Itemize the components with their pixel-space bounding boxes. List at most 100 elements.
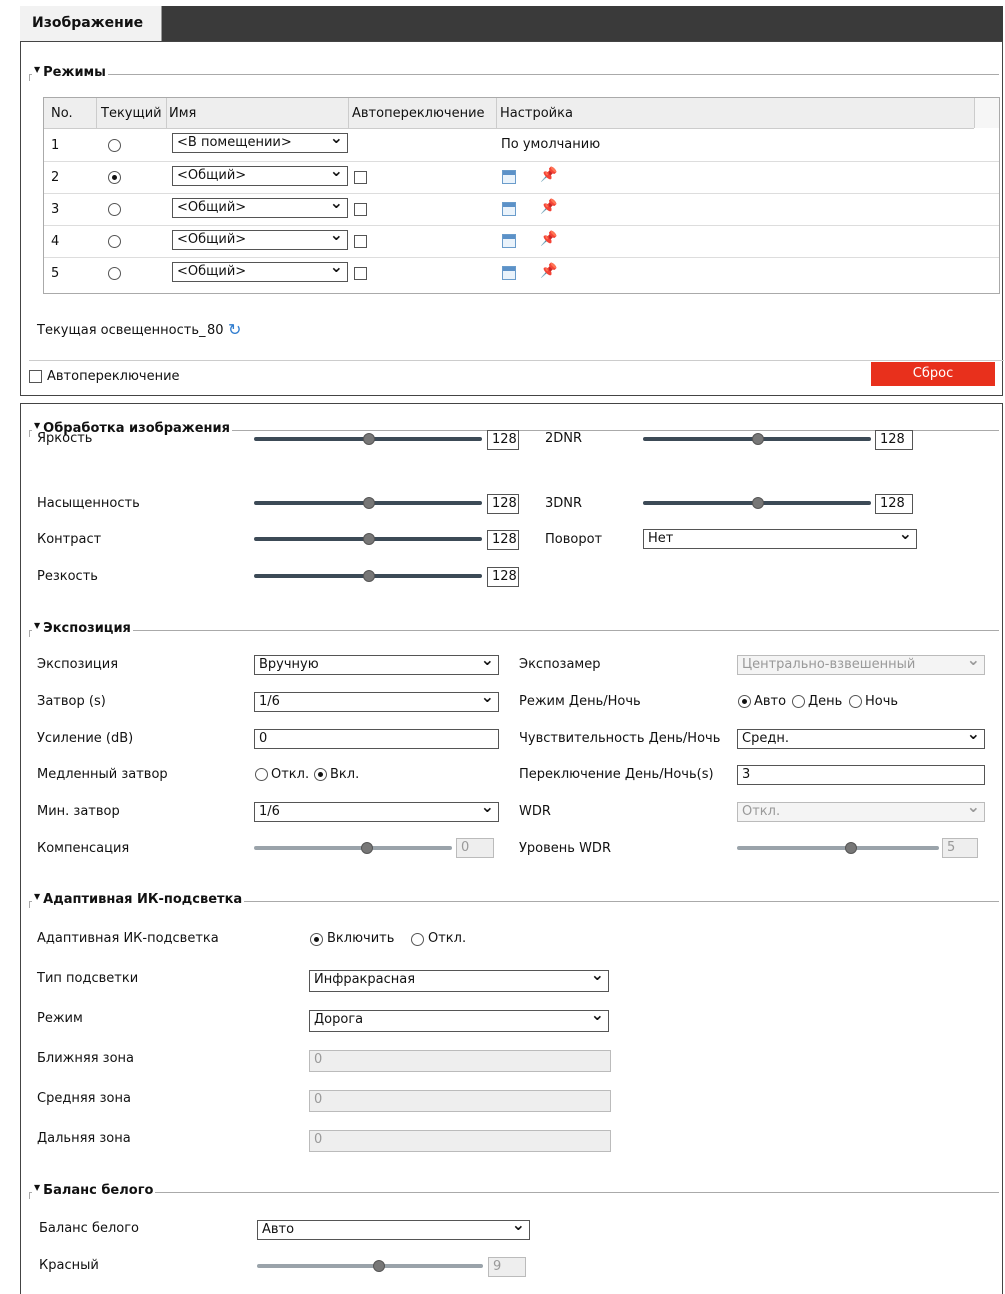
schedule-icon[interactable] (502, 202, 516, 216)
chevron-down-icon: ⌄ (329, 128, 343, 147)
rotation-label: Поворот (545, 532, 603, 547)
wb-title: ▼ Баланс белого (32, 1183, 156, 1198)
table-row: 2 <Общий> ⌄ 📌 (51, 161, 558, 186)
exposure-mode-label: Экспозиция (37, 657, 119, 672)
compensation-thumb[interactable] (361, 842, 373, 854)
current-radio[interactable] (108, 171, 121, 184)
slow-shutter-on-radio[interactable] (314, 768, 327, 781)
mode-name-select[interactable]: <Общий> ⌄ (172, 194, 348, 218)
contrast-value[interactable]: 128 (487, 530, 519, 550)
mode-name-select[interactable]: <Общий> ⌄ (172, 258, 348, 282)
daynight-switch-label: Переключение День/Ночь(s) (519, 767, 714, 782)
sharpness-value[interactable]: 128 (487, 567, 519, 587)
daynight-auto-radio[interactable] (738, 695, 751, 708)
daynight-switch-input[interactable]: 3 (737, 765, 985, 785)
contrast-label: Контраст (37, 532, 102, 547)
auto-switch-label: Автопереключение (47, 369, 180, 384)
chevron-down-icon: ⌄ (966, 650, 980, 669)
wdr-level-label: Уровень WDR (519, 841, 611, 856)
compensation-label: Компенсация (37, 841, 130, 856)
illumination-label: Текущая освещенность_ (37, 323, 206, 338)
table-header: No. Текущий Имя Автопереключение Настрой… (44, 98, 974, 129)
brightness-value[interactable]: 128 (487, 430, 519, 450)
tab-image[interactable]: Изображение (20, 6, 162, 41)
current-radio[interactable] (108, 267, 121, 280)
brightness-thumb[interactable] (363, 433, 375, 445)
chevron-down-icon: ⌄ (966, 797, 980, 816)
ir-type-select[interactable]: Инфракрасная ⌄ (309, 966, 609, 992)
brightness-label: Яркость (37, 431, 93, 446)
table-row: 5 <Общий> ⌄ 📌 (51, 257, 558, 282)
setting-default: По умолчанию (501, 137, 601, 152)
contrast-thumb[interactable] (363, 533, 375, 545)
near-zone-input: 0 (309, 1050, 611, 1072)
red-slider[interactable] (257, 1264, 483, 1268)
table-row: 1 <В помещении> ⌄ По умолчанию (51, 128, 601, 153)
wb-mode-select[interactable]: Авто ⌄ (257, 1216, 530, 1240)
saturation-value[interactable]: 128 (487, 494, 519, 514)
slow-shutter-off-radio[interactable] (255, 768, 268, 781)
chevron-down-icon: ⌄ (898, 524, 912, 543)
schedule-icon[interactable] (502, 170, 516, 184)
ir-off-radio[interactable] (411, 933, 424, 946)
red-label: Красный (39, 1258, 99, 1273)
col-autoswitch: Автопереключение (352, 106, 485, 121)
current-radio[interactable] (108, 203, 121, 216)
reset-button[interactable]: Сброс (871, 362, 995, 386)
pin-icon[interactable]: 📌 (540, 199, 557, 215)
chevron-down-icon: ⌄ (480, 687, 494, 706)
autoswitch-checkbox[interactable] (354, 171, 367, 184)
ir-on-radio[interactable] (310, 933, 323, 946)
wdr-level-value: 5 (942, 838, 978, 858)
min-shutter-label: Мин. затвор (37, 804, 120, 819)
schedule-icon[interactable] (502, 266, 516, 280)
mode-name-select[interactable]: <В помещении> ⌄ (172, 129, 348, 153)
wdr-level-thumb[interactable] (845, 842, 857, 854)
mode-name-select[interactable]: <Общий> ⌄ (172, 226, 348, 250)
table-row: 3 <Общий> ⌄ 📌 (51, 193, 558, 218)
compensation-slider[interactable] (254, 846, 452, 850)
wdr-level-slider[interactable] (737, 846, 939, 850)
gain-input[interactable]: 0 (254, 729, 499, 749)
pin-icon[interactable]: 📌 (540, 263, 557, 279)
mode-name-select[interactable]: <Общий> ⌄ (172, 162, 348, 186)
dnr2-thumb[interactable] (752, 433, 764, 445)
red-thumb[interactable] (373, 1260, 385, 1272)
chevron-down-icon: ⌄ (329, 225, 343, 244)
col-no: No. (51, 106, 73, 121)
chevron-down-icon: ⌄ (329, 193, 343, 212)
chevron-down-icon: ⌄ (590, 965, 604, 984)
shutter-select[interactable]: 1/6 ⌄ (254, 688, 499, 712)
dnr3-thumb[interactable] (752, 497, 764, 509)
chevron-down-icon: ⌄ (966, 724, 980, 743)
autoswitch-checkbox[interactable] (354, 235, 367, 248)
saturation-thumb[interactable] (363, 497, 375, 509)
pin-icon[interactable]: 📌 (540, 167, 557, 183)
illumination-value: 80 (207, 323, 224, 338)
current-radio[interactable] (108, 235, 121, 248)
dnr3-value[interactable]: 128 (875, 494, 913, 514)
sharpness-thumb[interactable] (363, 570, 375, 582)
autoswitch-checkbox[interactable] (354, 203, 367, 216)
wb-mode-label: Баланс белого (39, 1221, 140, 1236)
chevron-down-icon: ⌄ (590, 1005, 604, 1024)
autoswitch-checkbox[interactable] (354, 267, 367, 280)
current-radio[interactable] (108, 139, 121, 152)
pin-icon[interactable]: 📌 (540, 231, 557, 247)
red-value: 9 (488, 1257, 526, 1277)
table-row: 4 <Общий> ⌄ 📌 (51, 225, 558, 250)
min-shutter-select[interactable]: 1/6 ⌄ (254, 798, 499, 822)
daynight-night-radio[interactable] (849, 695, 862, 708)
gain-label: Усиление (dB) (37, 731, 134, 746)
daynight-sens-select[interactable]: Средн. ⌄ (737, 725, 985, 749)
daynight-day-radio[interactable] (792, 695, 805, 708)
wdr-select: Откл. ⌄ (737, 798, 985, 822)
modes-table: No. Текущий Имя Автопереключение Настрой… (43, 97, 1000, 294)
rotation-select[interactable]: Нет ⌄ (643, 525, 917, 549)
refresh-icon[interactable]: ↻ (228, 320, 241, 339)
exposure-mode-select[interactable]: Вручную ⌄ (254, 651, 499, 675)
schedule-icon[interactable] (502, 234, 516, 248)
dnr2-value[interactable]: 128 (875, 430, 913, 450)
auto-switch-checkbox[interactable] (29, 370, 42, 383)
ir-mode-select[interactable]: Дорога ⌄ (309, 1006, 609, 1032)
